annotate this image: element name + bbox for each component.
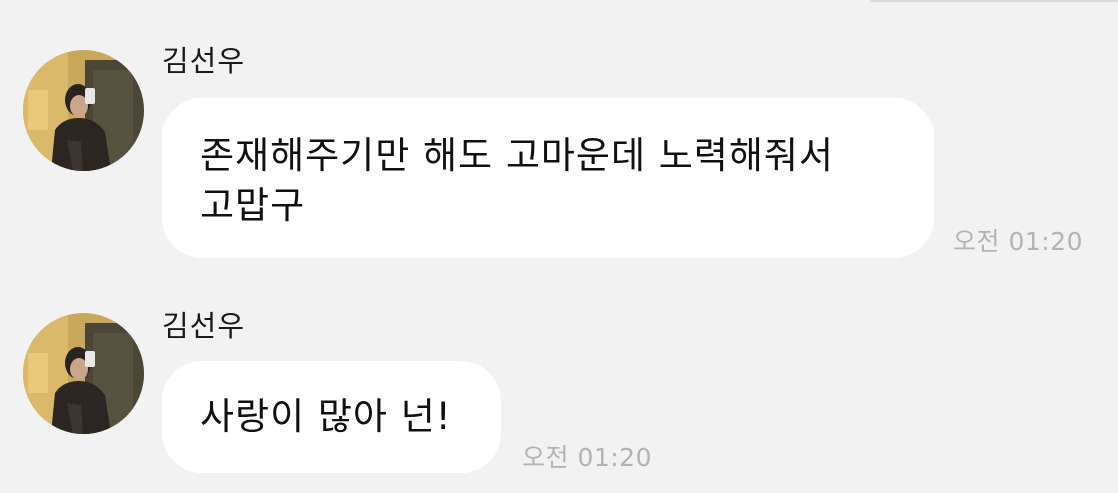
- sender-name: 김선우: [162, 309, 246, 343]
- message-timestamp: 오전 01:20: [522, 443, 652, 472]
- avatar[interactable]: [23, 313, 144, 434]
- message-bubble[interactable]: 사랑이 많아 넌!: [162, 361, 501, 473]
- message-group: 김선우 사랑이 많아 넌! 오전 01:20: [0, 0, 1118, 493]
- message-text-line: 사랑이 많아 넌!: [200, 395, 452, 438]
